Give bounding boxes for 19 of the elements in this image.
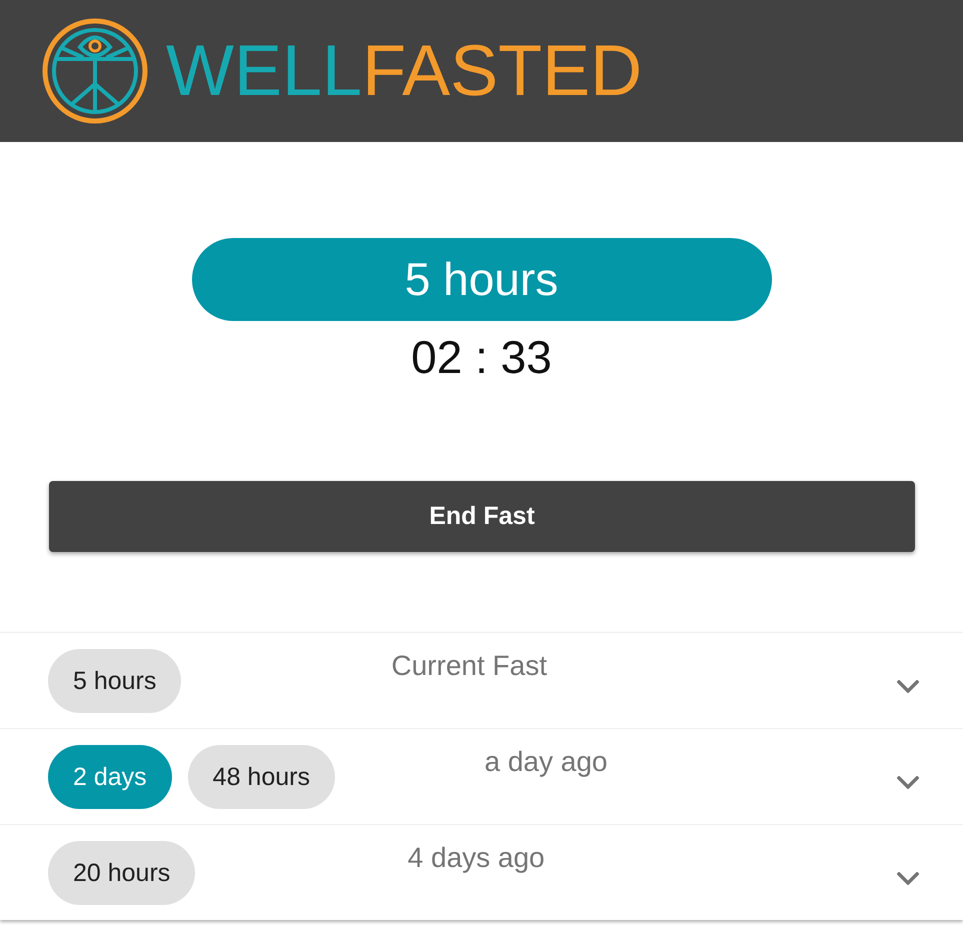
logo-text: WELL	[166, 35, 362, 107]
elapsed-timer: 02 : 33	[411, 330, 552, 384]
logo-text: FASTED	[362, 35, 642, 107]
chevron-icon[interactable]	[897, 776, 919, 789]
fast-date-label: a day ago	[483, 745, 608, 779]
history-row[interactable]: 20 hours 4 days ago	[0, 824, 963, 920]
fast-date-label: 4 days ago	[406, 841, 546, 875]
history-row[interactable]: 2 days 48 hours a day ago	[0, 728, 963, 824]
duration-chip: 48 hours	[188, 745, 335, 809]
fast-date-label: Current Fast	[390, 649, 548, 683]
duration-chip: 2 days	[48, 745, 172, 809]
logo-icon	[42, 18, 148, 124]
end-fast-button[interactable]: End Fast	[49, 481, 915, 552]
duration-chip: 20 hours	[48, 841, 196, 905]
chevron-icon[interactable]	[897, 680, 919, 693]
fast-goal-label: 5 hours	[192, 238, 772, 321]
history-row[interactable]: 5 hours Current Fast	[0, 632, 963, 728]
chevron-icon[interactable]	[897, 872, 919, 885]
duration-chip: 5 hours	[48, 649, 182, 713]
